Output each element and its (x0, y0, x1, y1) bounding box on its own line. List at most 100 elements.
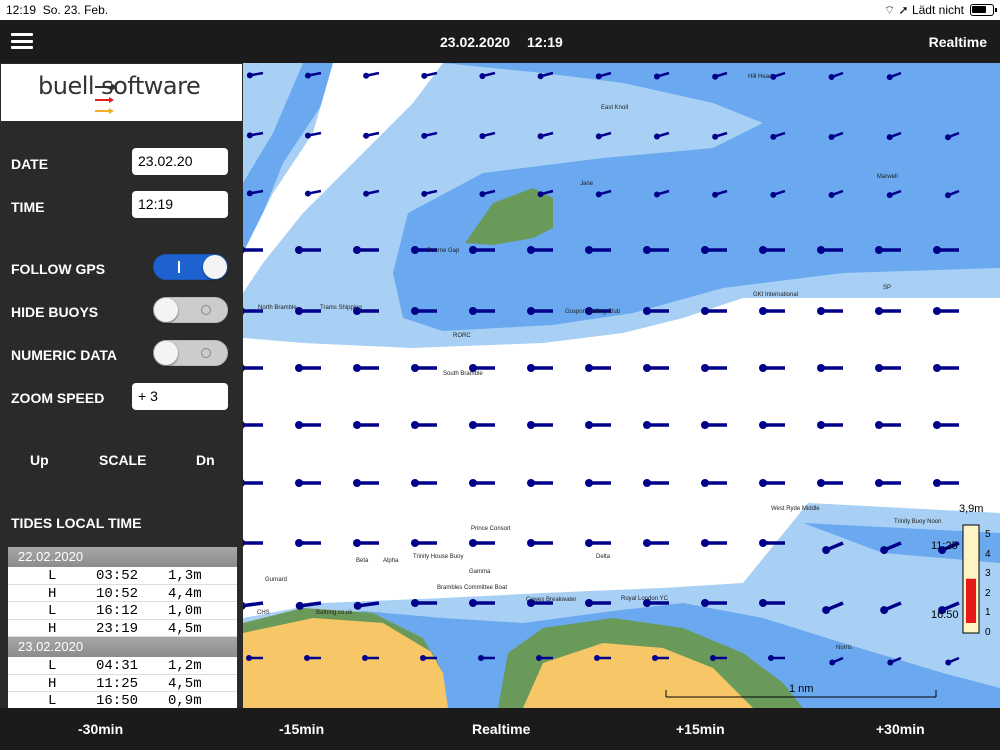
current-arrow-head (304, 72, 311, 79)
map-label: Royal London YC (621, 596, 668, 602)
tides-table[interactable]: 22.02.2020 L 03:52 1,3m H 10:52 4,4m L 16:12 1,0m… (8, 547, 237, 708)
map-label: Trams Shipping (320, 305, 362, 311)
map-canvas[interactable] (243, 63, 1000, 708)
numeric-data-label: NUMERIC DATA (11, 347, 118, 363)
plus-30min-button[interactable]: +30min (876, 721, 925, 737)
map-label: Delta (596, 554, 611, 560)
current-arrow-head (479, 73, 486, 80)
map-label: Brambles Committee Boat (437, 585, 508, 591)
current-arrow-head (304, 655, 310, 661)
hide-buoys-toggle[interactable] (153, 297, 228, 323)
current-arrow-head (469, 421, 477, 429)
map-label: Marwell (877, 174, 898, 180)
current-arrow-head (828, 192, 835, 199)
current-arrow-head (595, 191, 602, 198)
current-arrow-head (585, 246, 593, 254)
numeric-data-toggle[interactable] (153, 340, 228, 366)
current-arrow-head (469, 307, 477, 315)
current-arrow-head (411, 364, 419, 372)
tide-day-header: 22.02.2020 (8, 547, 237, 567)
current-arrow-head (243, 421, 245, 429)
current-arrow-head (585, 479, 593, 487)
scale-label: SCALE (99, 452, 147, 468)
current-arrow-head (411, 599, 419, 607)
plus-15min-button[interactable]: +15min (676, 721, 725, 737)
wifi-icon: ⌔ (883, 3, 896, 17)
current-arrow-head (653, 191, 660, 198)
current-arrow-head (527, 421, 535, 429)
date-field[interactable]: 23.02.20 (132, 148, 228, 175)
current-arrow-head (759, 246, 767, 254)
current-arrow-head (701, 479, 709, 487)
nav-realtime-button[interactable]: Realtime (929, 34, 987, 50)
current-arrow-head (643, 421, 651, 429)
current-arrow-head (887, 659, 894, 666)
tide-row: H 11:25 4,5m (8, 675, 237, 692)
current-arrow-head (828, 134, 835, 141)
current-arrow-head (652, 655, 658, 661)
current-arrow-head (933, 421, 941, 429)
tide-time: 10:52 (96, 585, 139, 602)
current-arrow-head (933, 246, 941, 254)
status-time: 12:19 (6, 3, 37, 17)
hamburger-menu-icon[interactable] (11, 33, 33, 49)
current-arrow-head (653, 133, 660, 140)
current-arrow-head (363, 132, 370, 139)
scale-bar-label: 1 nm (789, 683, 814, 695)
map-label: North Bramble (258, 305, 297, 311)
current-arrow-head (585, 364, 593, 372)
map-label: Gurnard (265, 577, 288, 583)
current-arrow-head (945, 659, 952, 666)
top-navbar: 23.02.2020 12:19 Realtime (0, 20, 1000, 63)
minus-30min-button[interactable]: -30min (78, 721, 123, 737)
scale-down-button[interactable]: Dn (196, 452, 215, 468)
current-arrow-head (944, 134, 951, 141)
current-arrow (243, 601, 264, 608)
current-arrow-head (536, 655, 542, 661)
status-right: ⌔ ➚ Lädt nicht (884, 3, 964, 18)
tide-row: L 16:12 1,0m (8, 602, 237, 620)
zoom-speed-field[interactable]: + 3 (132, 383, 228, 410)
current-arrow-head (712, 73, 719, 80)
map-label: Gamma (469, 569, 491, 575)
status-date: So. 23. Feb. (42, 3, 109, 17)
tide-gauge-tick: 3 (985, 568, 991, 579)
minus-15min-button[interactable]: -15min (279, 721, 324, 737)
realtime-button[interactable]: Realtime (472, 721, 530, 737)
map-label: Bathing.co.uk (316, 610, 353, 616)
map-label: CHS (257, 610, 270, 616)
current-arrow-head (875, 364, 883, 372)
current-arrow-head (875, 307, 883, 315)
current-arrow-head (829, 659, 836, 666)
current-arrow-head (295, 479, 303, 487)
map-label: Alpha (383, 558, 399, 564)
tide-gauge-top-label: 3,9m (959, 503, 984, 515)
status-time-date: 12:19 So. 23. Feb. (6, 3, 108, 17)
battery-icon (970, 4, 997, 16)
current-arrow-head (817, 479, 825, 487)
scale-up-button[interactable]: Up (30, 452, 49, 468)
tide-height: 1,0m (168, 603, 202, 619)
current-arrow-head (527, 539, 535, 547)
tide-row: L 16:50 0,9m (8, 692, 237, 708)
current-arrow-head (875, 246, 883, 254)
current-arrow-head (759, 421, 767, 429)
current-arrow-head (886, 134, 893, 141)
follow-gps-toggle[interactable] (153, 254, 228, 280)
charging-status: Lädt nicht (911, 3, 964, 17)
current-arrow-head (469, 246, 477, 254)
current-arrow-head (527, 307, 535, 315)
tide-type: L (48, 693, 57, 708)
tide-current-map[interactable]: Hill Head East Knoll Jane Marwell Bourne Gap… (243, 63, 1000, 708)
current-arrow-head (817, 364, 825, 372)
current-arrow-head (585, 421, 593, 429)
current-arrow-head (353, 539, 361, 547)
tide-time: 23:19 (96, 620, 139, 637)
current-arrow-head (643, 307, 651, 315)
current-arrow-head (469, 539, 477, 547)
current-arrow-head (828, 74, 835, 81)
map-label: Gosport Sailing Club (565, 309, 621, 315)
time-field[interactable]: 12:19 (132, 191, 228, 218)
tide-time: 11:25 (96, 675, 139, 692)
current-arrow-head (701, 599, 709, 607)
